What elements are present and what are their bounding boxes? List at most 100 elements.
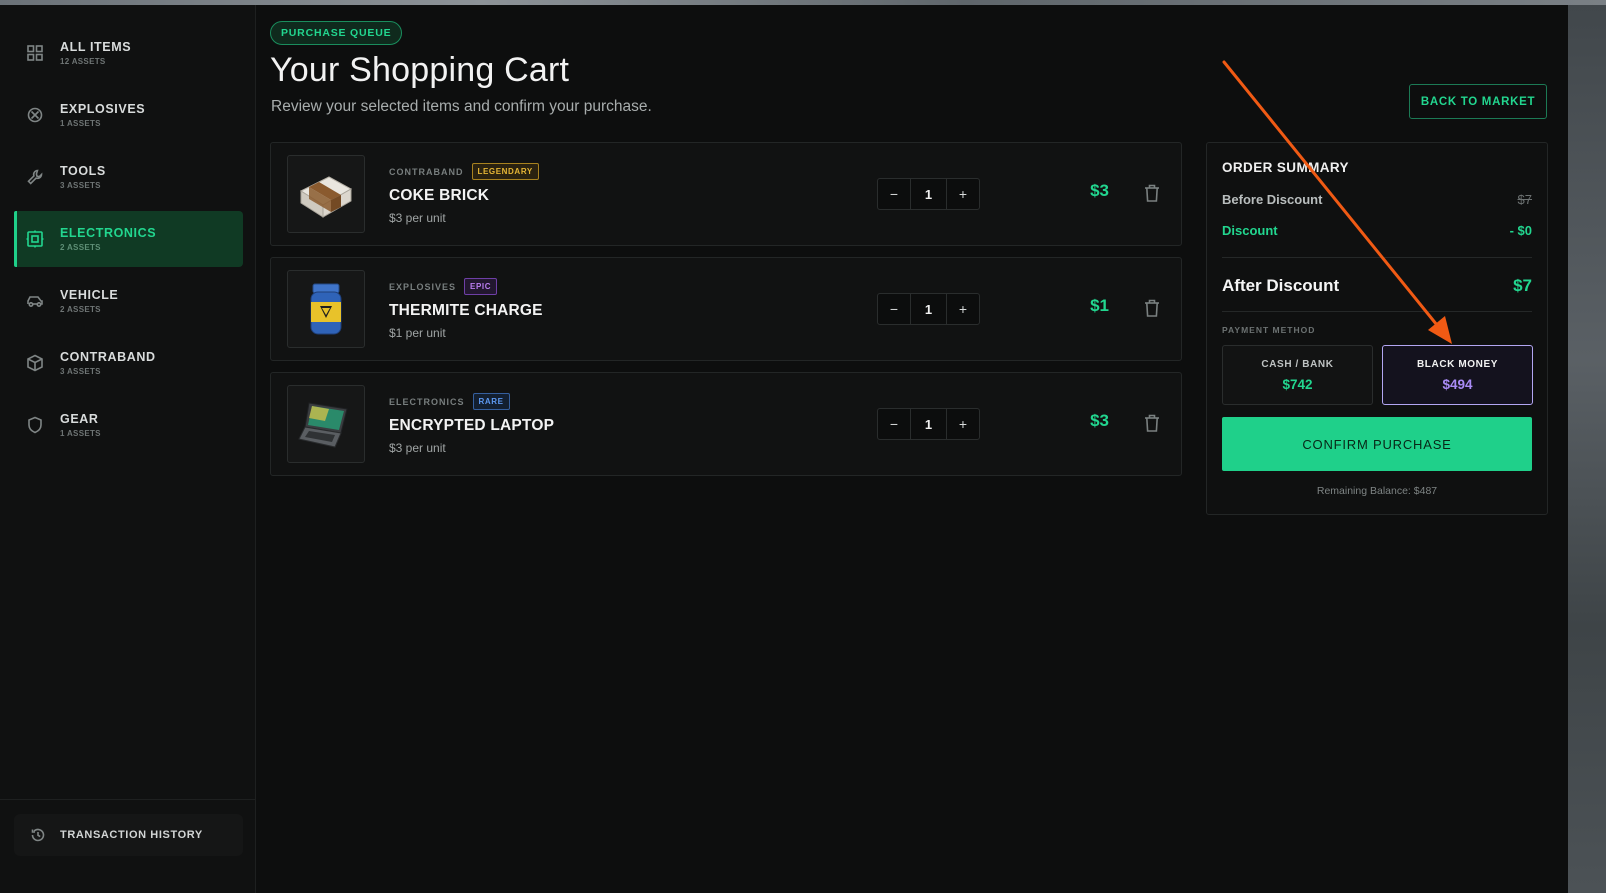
sidebar-item-label: GEAR — [60, 412, 99, 426]
shield-icon — [24, 414, 46, 436]
main-content: PURCHASE QUEUE Your Shopping Cart Review… — [256, 5, 1568, 893]
decrease-button[interactable]: − — [878, 409, 910, 439]
app-window: ALL ITEMS 12 ASSETS EXPLOSIVES 1 ASSETS — [0, 5, 1568, 893]
cart-item: EXPLOSIVES EPIC THERMITE CHARGE $1 per u… — [270, 257, 1182, 361]
trash-icon[interactable] — [1143, 413, 1161, 433]
sidebar-item-count: 1 ASSETS — [60, 429, 101, 438]
payment-option-cash[interactable]: CASH / BANK $742 — [1222, 345, 1373, 405]
increase-button[interactable]: + — [947, 294, 979, 324]
payment-option-balance: $494 — [1442, 376, 1473, 392]
discount-value: - $0 — [1509, 223, 1532, 238]
item-name: COKE BRICK — [389, 187, 490, 204]
bomb-icon — [24, 104, 46, 126]
category-list: ALL ITEMS 12 ASSETS EXPLOSIVES 1 ASSETS — [0, 5, 255, 453]
discount-row: Discount - $0 — [1222, 223, 1532, 238]
sidebar-item-count: 2 ASSETS — [60, 243, 101, 252]
payment-option-black-money[interactable]: BLACK MONEY $494 — [1382, 345, 1533, 405]
confirm-purchase-button[interactable]: CONFIRM PURCHASE — [1222, 417, 1532, 471]
box-icon — [24, 352, 46, 374]
item-category: ELECTRONICS — [389, 396, 465, 407]
background-edge — [1568, 5, 1606, 893]
sidebar-footer: TRANSACTION HISTORY — [0, 799, 255, 893]
sidebar-item-count: 3 ASSETS — [60, 181, 101, 190]
rarity-badge: RARE — [472, 393, 510, 410]
quantity-stepper: − 1 + — [877, 178, 980, 210]
sidebar-item-count: 2 ASSETS — [60, 305, 101, 314]
rarity-badge: LEGENDARY — [471, 163, 539, 180]
quantity-value: 1 — [910, 294, 947, 324]
sidebar-item-label: CONTRABAND — [60, 350, 156, 364]
sidebar-item-label: TOOLS — [60, 164, 106, 178]
discount-label: Discount — [1222, 223, 1278, 238]
purchase-queue-badge: PURCHASE QUEUE — [270, 21, 403, 45]
payment-option-balance: $742 — [1282, 376, 1313, 392]
sidebar-item-count: 12 ASSETS — [60, 57, 106, 66]
trash-icon[interactable] — [1143, 298, 1161, 318]
sidebar-item-electronics[interactable]: ELECTRONICS 2 ASSETS — [14, 211, 243, 267]
sidebar-item-gear[interactable]: GEAR 1 ASSETS — [14, 397, 243, 453]
jar-icon — [310, 283, 342, 335]
trash-icon[interactable] — [1143, 183, 1161, 203]
transaction-history-button[interactable]: TRANSACTION HISTORY — [14, 814, 243, 856]
payment-option-label: BLACK MONEY — [1416, 358, 1499, 370]
rarity-badge: EPIC — [464, 278, 498, 295]
item-meta: CONTRABAND LEGENDARY COKE BRICK $3 per u… — [389, 163, 539, 225]
quantity-value: 1 — [910, 179, 947, 209]
page-title: Your Shopping Cart — [270, 51, 570, 89]
item-thumbnail — [287, 385, 365, 463]
payment-method-label: PAYMENT METHOD — [1222, 325, 1316, 335]
history-icon — [31, 828, 45, 842]
item-category: EXPLOSIVES — [389, 281, 457, 292]
sidebar-item-count: 1 ASSETS — [60, 119, 101, 128]
transaction-history-label: TRANSACTION HISTORY — [60, 829, 203, 841]
divider — [1222, 257, 1532, 258]
after-discount-label: After Discount — [1222, 276, 1340, 295]
quantity-stepper: − 1 + — [877, 408, 980, 440]
item-total-price: $1 — [1090, 296, 1109, 315]
item-total-price: $3 — [1090, 181, 1109, 200]
cart-item: CONTRABAND LEGENDARY COKE BRICK $3 per u… — [270, 142, 1182, 246]
item-thumbnail — [287, 155, 365, 233]
sidebar-item-count: 3 ASSETS — [60, 367, 101, 376]
grid-icon — [24, 42, 46, 64]
sidebar: ALL ITEMS 12 ASSETS EXPLOSIVES 1 ASSETS — [0, 5, 256, 893]
cart-item: ELECTRONICS RARE ENCRYPTED LAPTOP $3 per… — [270, 372, 1182, 476]
sidebar-item-label: EXPLOSIVES — [60, 102, 146, 116]
item-name: THERMITE CHARGE — [389, 302, 543, 319]
item-unit-price: $1 per unit — [389, 326, 446, 340]
item-thumbnail — [287, 270, 365, 348]
item-category: CONTRABAND — [389, 166, 464, 177]
quantity-value: 1 — [910, 409, 947, 439]
laptop-icon — [298, 402, 348, 448]
item-unit-price: $3 per unit — [389, 211, 446, 225]
item-unit-price: $3 per unit — [389, 441, 446, 455]
payment-option-label: CASH / BANK — [1261, 358, 1334, 370]
back-to-market-button[interactable]: BACK TO MARKET — [1409, 84, 1547, 119]
sidebar-item-label: ELECTRONICS — [60, 226, 157, 240]
sidebar-item-contraband[interactable]: CONTRABAND 3 ASSETS — [14, 335, 243, 391]
wrench-icon — [24, 166, 46, 188]
item-meta: ELECTRONICS RARE ENCRYPTED LAPTOP $3 per… — [389, 393, 554, 455]
item-total-price: $3 — [1090, 411, 1109, 430]
decrease-button[interactable]: − — [878, 294, 910, 324]
sidebar-item-label: VEHICLE — [60, 288, 119, 302]
sidebar-item-explosives[interactable]: EXPLOSIVES 1 ASSETS — [14, 87, 243, 143]
sidebar-item-label: ALL ITEMS — [60, 40, 132, 54]
remaining-balance: Remaining Balance: $487 — [1316, 485, 1438, 497]
increase-button[interactable]: + — [947, 409, 979, 439]
increase-button[interactable]: + — [947, 179, 979, 209]
after-discount-row: After Discount $7 — [1222, 276, 1532, 296]
before-discount-row: Before Discount $7 — [1222, 192, 1532, 207]
sidebar-item-tools[interactable]: TOOLS 3 ASSETS — [14, 149, 243, 205]
sidebar-item-vehicle[interactable]: VEHICLE 2 ASSETS — [14, 273, 243, 329]
decrease-button[interactable]: − — [878, 179, 910, 209]
quantity-stepper: − 1 + — [877, 293, 980, 325]
brick-icon — [299, 176, 353, 218]
page-subtitle: Review your selected items and confirm y… — [271, 98, 652, 115]
item-meta: EXPLOSIVES EPIC THERMITE CHARGE $1 per u… — [389, 278, 543, 340]
item-name: ENCRYPTED LAPTOP — [389, 417, 555, 434]
cart-item-list: CONTRABAND LEGENDARY COKE BRICK $3 per u… — [270, 142, 1182, 487]
sidebar-item-all-items[interactable]: ALL ITEMS 12 ASSETS — [14, 25, 243, 81]
before-discount-value: $7 — [1517, 192, 1532, 207]
after-discount-value: $7 — [1513, 276, 1532, 295]
